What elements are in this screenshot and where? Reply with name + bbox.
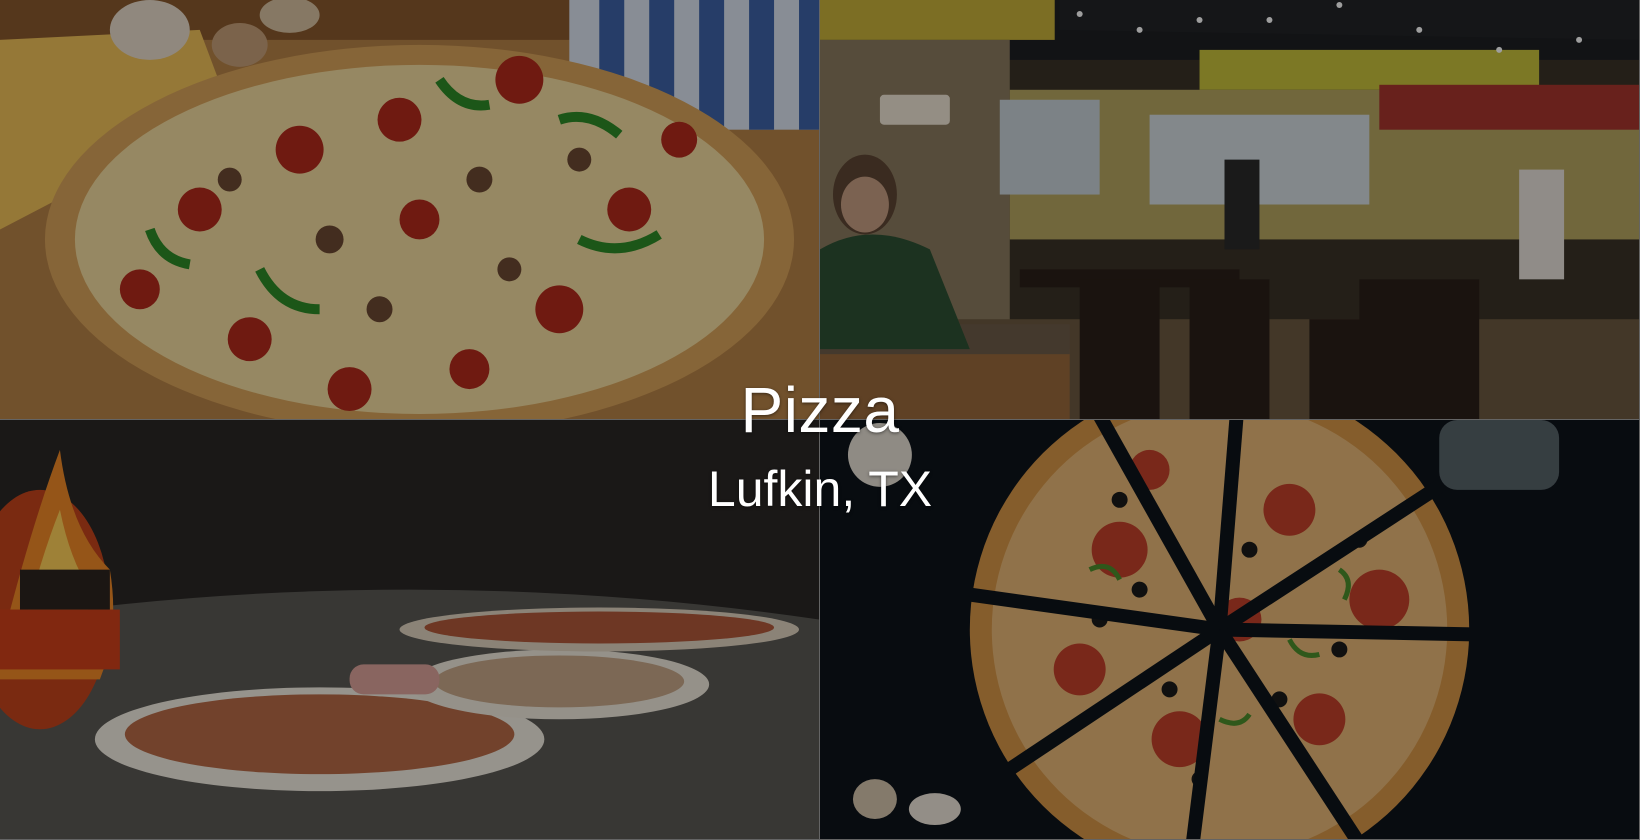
wood-fired-oven-photo (0, 420, 820, 840)
restaurant-interior-photo (820, 0, 1640, 420)
photo-collage (0, 0, 1640, 840)
hero-banner: Pizza Lufkin, TX (0, 0, 1640, 840)
pizza-closeup-photo (0, 0, 820, 420)
sliced-pizza-topdown-photo (820, 420, 1640, 840)
